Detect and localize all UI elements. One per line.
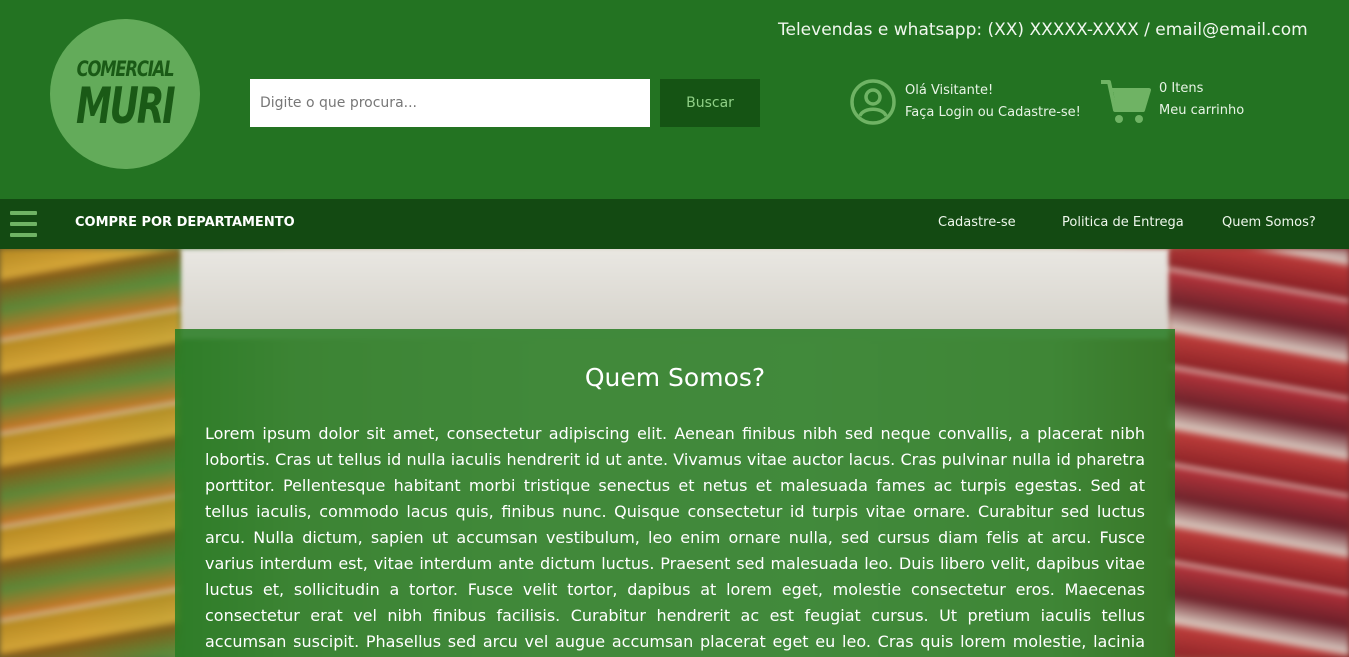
main-nav: COMPRE POR DEPARTAMENTO Cadastre-se Poli… (0, 199, 1349, 249)
user-account[interactable]: Olá Visitante! Faça Login ou Cadastre-se… (849, 78, 1081, 126)
department-menu[interactable]: COMPRE POR DEPARTAMENTO (75, 215, 295, 230)
hamburger-icon[interactable] (10, 211, 37, 237)
cart-text: 0 Itens Meu carrinho (1159, 78, 1244, 122)
page-title: Quem Somos? (584, 363, 766, 392)
user-icon (850, 79, 896, 125)
about-panel: Quem Somos? Lorem ipsum dolor sit amet, … (175, 329, 1175, 657)
login-link[interactable]: Faça Login ou Cadastre-se! (905, 102, 1081, 124)
nav-link-quem-somos[interactable]: Quem Somos? (1222, 215, 1316, 230)
site-header: COMERCIAL MURI Televendas e whatsapp: (X… (0, 0, 1349, 199)
cart[interactable]: 0 Itens Meu carrinho (1099, 78, 1244, 126)
cart-label: Meu carrinho (1159, 103, 1245, 118)
ceiling-image (180, 249, 1170, 339)
cart-items-count: 0 Itens (1159, 81, 1204, 96)
nav-link-cadastre[interactable]: Cadastre-se (938, 215, 1016, 230)
contact-info: Televendas e whatsapp: (XX) XXXXX-XXXX /… (778, 20, 1308, 40)
nav-link-politica-entrega[interactable]: Politica de Entrega (1062, 215, 1184, 230)
user-text: Olá Visitante! Faça Login ou Cadastre-se… (905, 80, 1081, 124)
right-shelf-image (1169, 249, 1349, 657)
left-shelf-image (0, 249, 180, 657)
search-button[interactable]: Buscar (660, 79, 760, 127)
user-greeting: Olá Visitante! (905, 83, 994, 98)
about-text: Lorem ipsum dolor sit amet, consectetur … (205, 424, 1145, 651)
logo-line2: MURI (76, 77, 176, 135)
cart-icon (1101, 80, 1151, 123)
logo[interactable]: COMERCIAL MURI (50, 19, 200, 169)
search-input[interactable] (250, 79, 650, 127)
